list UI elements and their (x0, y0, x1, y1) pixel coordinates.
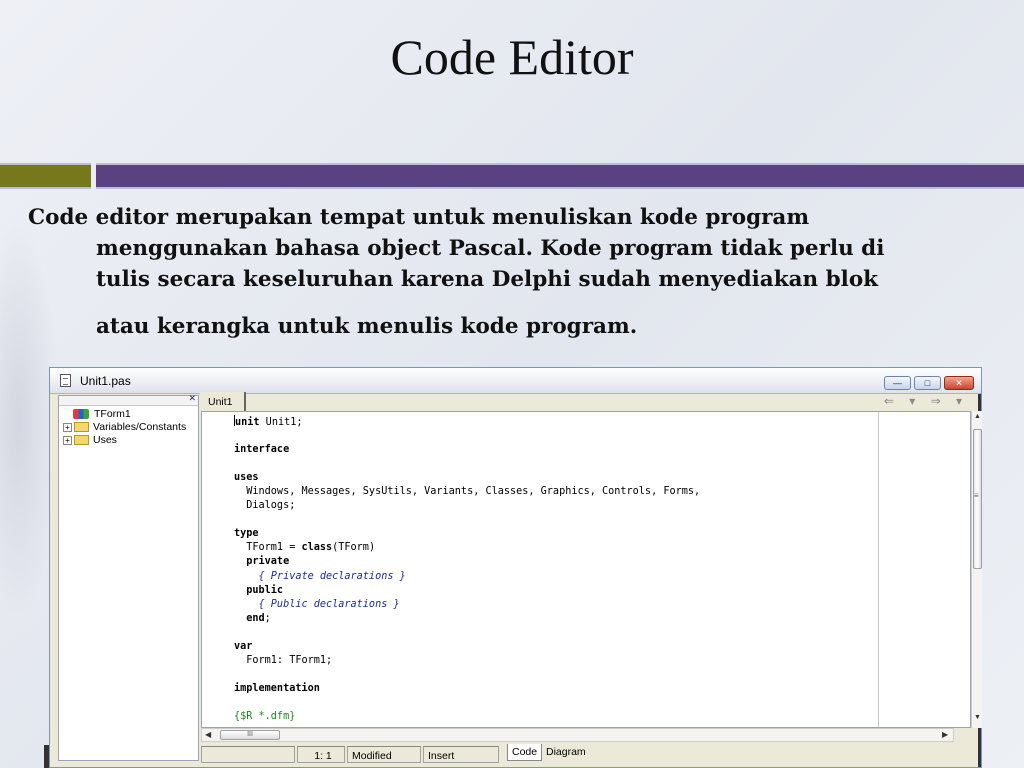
code-token: Unit1; (259, 417, 303, 428)
code-token: public (234, 584, 284, 596)
code-token: class (301, 542, 333, 554)
code-line[interactable] (234, 429, 700, 443)
scroll-up-icon[interactable]: ▲ (974, 413, 981, 420)
paragraph-line-4: atau kerangka untuk menulis kode program… (96, 314, 638, 339)
tree-item-variables-constants[interactable]: + Variables/Constants (63, 421, 186, 433)
code-token: end (234, 612, 265, 624)
code-line[interactable]: TForm1 = class(TForm) (234, 541, 700, 555)
code-token: unit (235, 417, 260, 428)
code-line[interactable]: Dialogs; (234, 499, 700, 513)
source-code[interactable]: unit Unit1; interface uses Windows, Mess… (234, 415, 700, 724)
insert-mode-status: Insert (423, 746, 499, 763)
code-line[interactable]: interface (234, 443, 700, 457)
code-line[interactable]: {$R *.dfm} (234, 710, 700, 724)
paragraph-line-1: Code editor merupakan tempat untuk menul… (28, 205, 810, 230)
scroll-right-icon[interactable]: ▶ (942, 730, 948, 739)
tree-item-tform1[interactable]: TForm1 (63, 408, 131, 420)
close-button[interactable]: ✕ (944, 376, 974, 390)
code-token: { Private declarations } (234, 570, 406, 582)
cursor-position: 1: 1 (297, 746, 345, 763)
folder-icon (74, 435, 89, 446)
explorer-close-icon[interactable]: ✕ (188, 393, 196, 404)
code-line[interactable] (234, 513, 700, 527)
window-title: Unit1.pas (80, 374, 131, 388)
class-icon (73, 409, 89, 420)
code-token: uses (234, 472, 259, 484)
code-editor-window: Unit1.pas — □ ✕ ✕ TForm1 + Variables/Cons… (49, 367, 982, 768)
editor-gutter (202, 412, 232, 727)
code-line[interactable]: type (234, 527, 700, 541)
code-token: var (234, 640, 253, 652)
scroll-down-icon[interactable]: ▼ (974, 714, 981, 721)
navigation-arrows-icon[interactable]: ⇐ ▾ ⇒ ▾ (884, 394, 968, 408)
code-line[interactable]: Windows, Messages, SysUtils, Variants, C… (234, 485, 700, 499)
code-token: Windows, Messages, SysUtils, Variants, C… (234, 486, 701, 498)
code-token: private (234, 556, 290, 568)
code-line[interactable]: uses (234, 471, 700, 485)
code-line[interactable]: end; (234, 612, 700, 626)
code-line[interactable] (234, 696, 700, 710)
slide-paragraph: Code editor merupakan tempat untuk menul… (28, 202, 988, 342)
document-icon (60, 374, 71, 387)
code-token: interface (234, 444, 290, 456)
code-line[interactable]: Form1: TForm1; (234, 654, 700, 668)
code-line[interactable] (234, 457, 700, 471)
window-titlebar[interactable]: Unit1.pas — □ ✕ (50, 368, 981, 394)
code-token: (TForm) (332, 542, 376, 554)
status-spacer (201, 746, 295, 763)
code-line[interactable]: var (234, 640, 700, 654)
code-token: Dialogs; (234, 500, 296, 512)
slide-title: Code Editor (390, 29, 634, 85)
status-bar: 1: 1 Modified Insert Code Diagram (201, 744, 973, 764)
folder-icon (74, 422, 89, 433)
scroll-left-icon[interactable]: ◀ (205, 730, 211, 739)
horizontal-scroll-thumb[interactable]: III (220, 730, 280, 740)
tree-item-uses[interactable]: + Uses (63, 434, 117, 446)
code-line[interactable]: public (234, 584, 700, 598)
maximize-button[interactable]: □ (914, 376, 941, 390)
paragraph-line-2: menggunakan bahasa object Pascal. Kode p… (96, 236, 885, 261)
accent-bar-purple (96, 163, 1024, 189)
code-editor[interactable]: unit Unit1; interface uses Windows, Mess… (201, 411, 971, 728)
tab-code[interactable]: Code (507, 744, 543, 761)
code-line[interactable]: implementation (234, 682, 700, 696)
modified-status: Modified (347, 746, 421, 763)
editor-tabbar: Unit1 ⇐ ▾ ⇒ ▾ (200, 392, 974, 411)
accent-bar-olive (0, 163, 91, 189)
code-line[interactable] (234, 668, 700, 682)
tree-item-label: TForm1 (94, 408, 131, 420)
horizontal-scrollbar[interactable]: ◀ III ▶ (201, 728, 954, 742)
paragraph-line-3: tulis secara keseluruhan karena Delphi s… (96, 267, 879, 292)
code-token: {$R *.dfm} (234, 710, 296, 722)
scroll-grip-icon: ≡ (974, 491, 979, 500)
code-token: { Public declarations } (234, 598, 400, 610)
code-token: TForm1 = (234, 542, 302, 554)
code-line[interactable]: private (234, 555, 700, 569)
expand-icon[interactable]: + (63, 422, 72, 432)
tree-item-label: Uses (93, 434, 117, 446)
right-margin-line (878, 412, 879, 727)
vertical-scrollbar[interactable]: ▲ ≡ ▼ (971, 411, 982, 728)
tab-unit1[interactable]: Unit1 (200, 392, 246, 411)
code-line[interactable]: { Private declarations } (234, 570, 700, 584)
code-explorer-pane: ✕ TForm1 + Variables/Constants + Uses (58, 393, 199, 761)
tree-item-label: Variables/Constants (93, 421, 187, 433)
code-line[interactable] (234, 626, 700, 640)
code-token: implementation (234, 682, 320, 694)
code-line[interactable]: { Public declarations } (234, 598, 700, 612)
code-token: Form1: TForm1; (234, 654, 333, 666)
code-token: type (234, 528, 259, 540)
explorer-header: ✕ (59, 393, 198, 406)
code-line[interactable]: unit Unit1; (234, 415, 700, 429)
minimize-button[interactable]: — (884, 376, 911, 390)
code-token: ; (264, 612, 271, 624)
expand-icon[interactable]: + (63, 435, 72, 445)
tab-diagram[interactable]: Diagram (541, 744, 590, 761)
